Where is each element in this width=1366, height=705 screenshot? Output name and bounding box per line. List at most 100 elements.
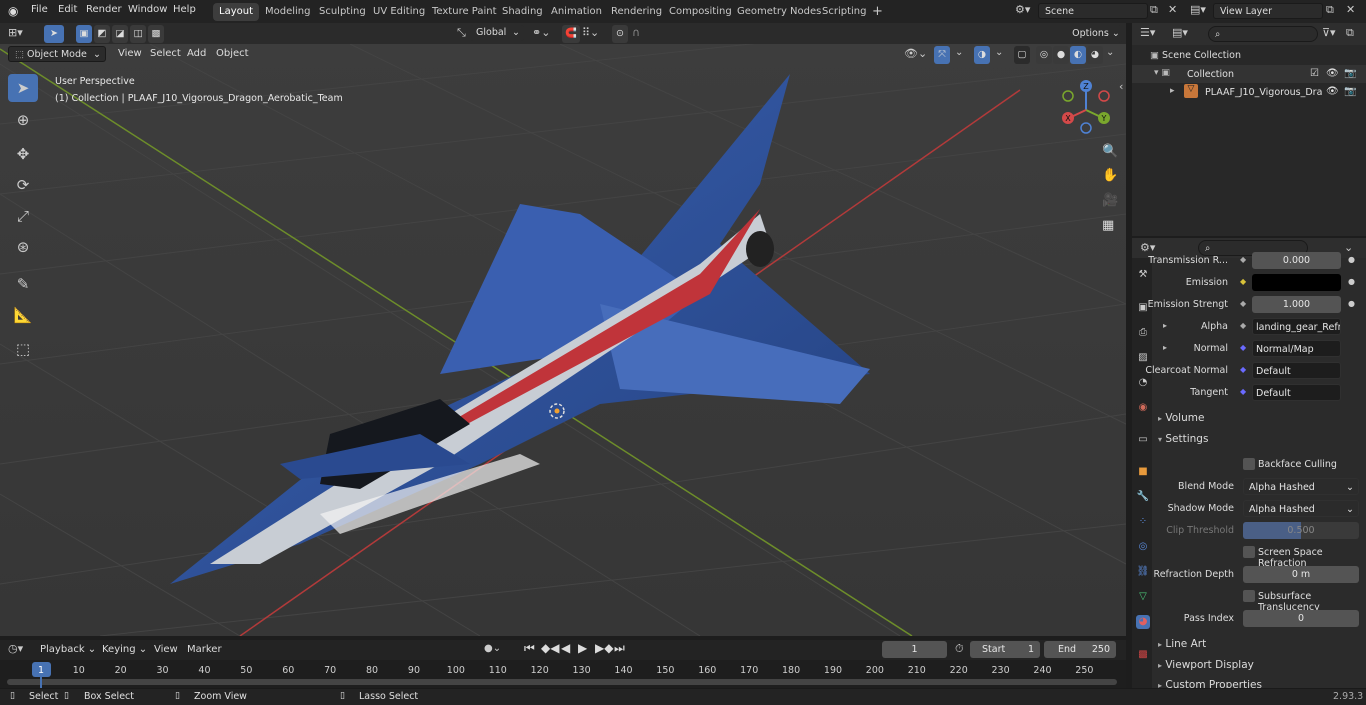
shadow-mode-dropdown[interactable]: Alpha Hashed ⌄: [1243, 500, 1359, 517]
subsurface-translucency-checkbox[interactable]: [1243, 590, 1255, 602]
menu-select[interactable]: Select: [150, 48, 181, 59]
strength-keyframe-icon[interactable]: ●: [1348, 299, 1355, 308]
volume-panel-header[interactable]: ▸ Volume: [1158, 412, 1204, 424]
snap-target-icon[interactable]: ⠿⌄: [582, 26, 599, 39]
overlays-menu-icon[interactable]: ⌄: [995, 47, 1003, 58]
blend-mode-dropdown[interactable]: Alpha Hashed ⌄: [1243, 478, 1359, 495]
timeline-menu-playback[interactable]: Playback ⌄: [40, 644, 96, 655]
overlays-toggle-icon[interactable]: ◑: [974, 46, 990, 64]
prev-keyframe-icon[interactable]: ◆◀: [541, 641, 559, 655]
shading-menu-icon[interactable]: ⌄: [1106, 47, 1114, 58]
transform-tool-icon[interactable]: ⊛: [8, 233, 38, 261]
navigation-gizmo[interactable]: Z Y X: [1055, 74, 1117, 136]
select-tool-icon[interactable]: ➤: [44, 25, 64, 43]
data-tab-icon[interactable]: ▽: [1136, 590, 1150, 604]
menu-render[interactable]: Render: [86, 4, 122, 15]
object-render-camera-icon[interactable]: 📷: [1344, 86, 1356, 97]
select-intersect-icon[interactable]: ▩: [148, 25, 164, 43]
menu-view[interactable]: View: [118, 48, 142, 59]
normal-link-field[interactable]: Normal/Map: [1252, 340, 1341, 357]
perspective-grid-icon[interactable]: ▦: [1102, 218, 1114, 233]
cursor-tool-icon[interactable]: ⊕: [8, 106, 38, 134]
select-subtract-icon[interactable]: ◪: [112, 25, 128, 43]
timeline-menu-view[interactable]: View: [154, 644, 178, 655]
hide-eye-icon[interactable]: 👁: [1326, 68, 1339, 79]
sidebar-toggle-icon[interactable]: ‹: [1119, 80, 1123, 93]
timeline-editor-icon[interactable]: ◷▾: [8, 642, 23, 655]
texture-tab-icon[interactable]: ▩: [1136, 648, 1150, 662]
keyframe-dot-icon[interactable]: ●: [1348, 255, 1355, 264]
backface-culling-checkbox[interactable]: [1243, 458, 1255, 470]
emission-keyframe-icon[interactable]: ●: [1348, 277, 1355, 286]
collection-row[interactable]: ▾ ▣ Collection ☑ 👁 📷: [1132, 65, 1366, 83]
collection-tab-icon[interactable]: ▭: [1136, 433, 1150, 447]
emission-strength-value[interactable]: 1.000: [1252, 296, 1341, 313]
tab-sculpting[interactable]: Sculpting: [313, 3, 372, 21]
rotate-tool-icon[interactable]: ⟳: [8, 171, 38, 199]
world-tab-icon[interactable]: ◉: [1136, 401, 1150, 415]
pass-index-field[interactable]: 0: [1243, 610, 1359, 627]
scene-icon[interactable]: ⚙▾: [1015, 3, 1030, 16]
tab-animation[interactable]: Animation: [545, 3, 608, 21]
tab-geometry-nodes[interactable]: Geometry Nodes: [731, 3, 827, 21]
outliner-editor-icon[interactable]: ☰▾: [1140, 26, 1155, 39]
tab-scripting[interactable]: Scripting: [816, 3, 872, 21]
alpha-link-field[interactable]: landing_gear_Refrac...: [1252, 318, 1341, 335]
move-tool-icon[interactable]: ✥: [8, 140, 38, 168]
timeline-menu-keying[interactable]: Keying ⌄: [102, 644, 147, 655]
tab-layout[interactable]: Layout: [213, 3, 259, 21]
object-row[interactable]: ▸ ▽ PLAAF_J10_Vigorous_Dra 👁 📷: [1132, 83, 1366, 101]
jump-start-icon[interactable]: ⏮: [524, 641, 535, 656]
editor-type-icon[interactable]: ⊞▾: [8, 26, 23, 39]
select-extend-icon[interactable]: ◩: [94, 25, 110, 43]
menu-window[interactable]: Window: [128, 4, 167, 15]
exclude-checkbox-icon[interactable]: ☑: [1310, 68, 1319, 79]
scene-collection-row[interactable]: ▣ Scene Collection: [1150, 50, 1241, 61]
modifier-tab-icon[interactable]: 🔧: [1136, 490, 1150, 504]
emission-color-swatch[interactable]: [1252, 274, 1341, 291]
xray-toggle-icon[interactable]: ▢: [1014, 46, 1030, 64]
properties-options-icon[interactable]: ⌄: [1344, 241, 1353, 254]
new-scene-icon[interactable]: ⧉: [1150, 3, 1158, 17]
measure-tool-icon[interactable]: 📐: [8, 301, 38, 329]
tab-modeling[interactable]: Modeling: [259, 3, 317, 21]
proportional-edit-icon[interactable]: ⊙: [612, 25, 628, 43]
custom-properties-panel-header[interactable]: ▸ Custom Properties: [1158, 679, 1262, 688]
menu-help[interactable]: Help: [173, 4, 196, 15]
add-workspace-button[interactable]: +: [866, 3, 889, 21]
solid-shading-icon[interactable]: ●: [1053, 46, 1069, 64]
preview-range-icon[interactable]: ⏱: [955, 642, 964, 656]
menu-object[interactable]: Object: [216, 48, 249, 59]
settings-panel-header[interactable]: ▾ Settings: [1158, 433, 1208, 445]
tab-texture-paint[interactable]: Texture Paint: [426, 3, 503, 21]
falloff-icon[interactable]: ∩: [632, 26, 640, 39]
play-reverse-icon[interactable]: ◀: [561, 641, 570, 655]
outliner-search-input[interactable]: ⌕: [1208, 26, 1318, 42]
physics-tab-icon[interactable]: ◎: [1136, 540, 1150, 554]
delete-scene-icon[interactable]: ✕: [1168, 3, 1177, 16]
new-collection-icon[interactable]: ⧉: [1346, 26, 1354, 40]
view-layer-field[interactable]: View Layer: [1213, 3, 1323, 19]
particles-tab-icon[interactable]: ⁘: [1136, 515, 1150, 529]
display-mode-icon[interactable]: ▤▾: [1172, 26, 1188, 39]
annotate-tool-icon[interactable]: ✎: [8, 270, 38, 298]
3d-viewport[interactable]: User Perspective (1) Collection | PLAAF_…: [0, 44, 1126, 636]
add-cube-tool-icon[interactable]: ⬚: [8, 335, 38, 363]
current-frame-field[interactable]: 1: [882, 641, 947, 658]
clearcoat-normal-field[interactable]: Default: [1252, 362, 1341, 379]
timeline-scrollbar[interactable]: [7, 679, 1117, 685]
menu-file[interactable]: File: [31, 4, 48, 15]
pivot-point-icon[interactable]: ⚭⌄: [532, 26, 550, 39]
refraction-depth-field[interactable]: 0 m: [1243, 566, 1359, 583]
zoom-icon[interactable]: 🔍: [1102, 144, 1118, 159]
delete-view-layer-icon[interactable]: ✕: [1346, 3, 1355, 16]
transform-orientation-dropdown[interactable]: Global ⌄: [470, 25, 524, 41]
constraints-tab-icon[interactable]: ⛓: [1136, 565, 1150, 579]
clip-threshold-slider[interactable]: 0.500: [1243, 522, 1359, 539]
material-shading-icon[interactable]: ◐: [1070, 46, 1086, 64]
rendered-shading-icon[interactable]: ◕: [1087, 46, 1103, 64]
menu-add[interactable]: Add: [187, 48, 206, 59]
timeline-menu-marker[interactable]: Marker: [187, 644, 222, 655]
options-dropdown[interactable]: Options ⌄: [1070, 25, 1122, 43]
object-hide-eye-icon[interactable]: 👁: [1326, 86, 1339, 97]
